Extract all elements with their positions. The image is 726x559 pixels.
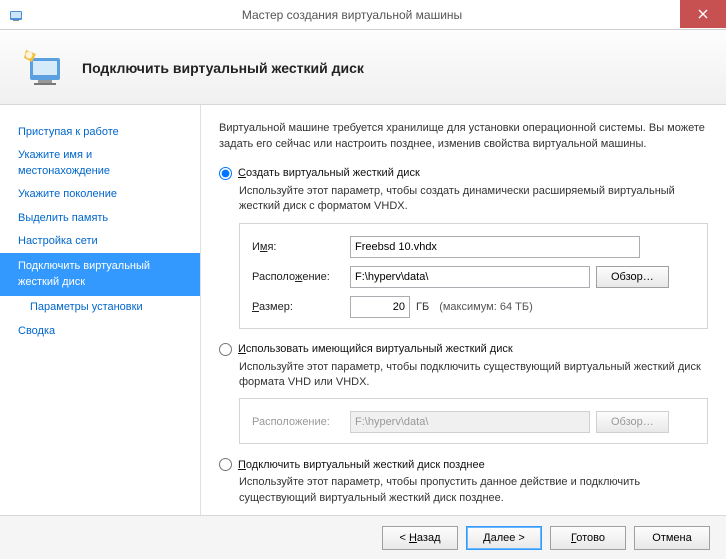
wizard-header: Подключить виртуальный жесткий диск	[0, 30, 726, 105]
create-fields: Имя: Расположение: Обзор… Размер: ГБ (ма…	[239, 223, 708, 329]
sidebar-item-virtual-disk[interactable]: Подключить виртуальный жесткий диск	[0, 253, 200, 296]
browse-button[interactable]: Обзор…	[596, 266, 669, 288]
sidebar-item-install-options[interactable]: Параметры установки	[0, 296, 200, 319]
existing-location-label: Расположение:	[252, 416, 344, 428]
size-hint: (максимум: 64 ТБ)	[439, 301, 533, 313]
existing-fields: Расположение: Обзор…	[239, 398, 708, 444]
location-label: Расположение:	[252, 271, 344, 283]
sidebar-item-network[interactable]: Настройка сети	[0, 230, 200, 253]
radio-existing-label[interactable]: Использовать имеющийся виртуальный жестк…	[219, 343, 708, 356]
wizard-footer: < Назад Далее > Готово Отмена	[0, 515, 726, 559]
radio-later[interactable]	[219, 458, 232, 471]
radio-create[interactable]	[219, 167, 232, 180]
content-area: Виртуальной машине требуется хранилище д…	[200, 105, 726, 515]
wizard-icon	[20, 44, 68, 92]
opt2-label-tail: спользовать имеющийся виртуальный жестки…	[246, 343, 513, 355]
sidebar-item-start[interactable]: Приступая к работе	[0, 121, 200, 144]
intro-text: Виртуальной машине требуется хранилище д…	[219, 121, 708, 153]
opt1-label-tail: оздать виртуальный жесткий диск	[246, 167, 420, 179]
radio-existing[interactable]	[219, 343, 232, 356]
option-attach-later: Подключить виртуальный жесткий диск позд…	[219, 458, 708, 506]
sidebar-item-name-location[interactable]: Укажите имя и местонахождение	[0, 144, 200, 183]
name-label: Имя:	[252, 241, 344, 253]
name-input[interactable]	[350, 236, 640, 258]
size-input[interactable]	[350, 296, 410, 318]
option-use-existing: Использовать имеющийся виртуальный жестк…	[219, 343, 708, 445]
app-icon	[8, 7, 24, 23]
opt3-label-tail: одключить виртуальный жесткий диск поздн…	[246, 459, 485, 471]
sidebar-nav: Приступая к работе Укажите имя и местона…	[0, 105, 200, 515]
size-unit: ГБ	[416, 301, 429, 313]
window-title: Мастер создания виртуальной машины	[24, 8, 680, 22]
sidebar-item-memory[interactable]: Выделить память	[0, 207, 200, 230]
existing-location-input	[350, 411, 590, 433]
opt1-desc: Используйте этот параметр, чтобы создать…	[239, 184, 708, 215]
sidebar-item-generation[interactable]: Укажите поколение	[0, 183, 200, 206]
page-title: Подключить виртуальный жесткий диск	[82, 60, 364, 76]
finish-button[interactable]: Готово	[550, 526, 626, 550]
titlebar: Мастер создания виртуальной машины	[0, 0, 726, 30]
opt2-desc: Используйте этот параметр, чтобы подключ…	[239, 360, 708, 391]
sidebar-item-summary[interactable]: Сводка	[0, 320, 200, 343]
next-button[interactable]: Далее >	[466, 526, 542, 550]
option-create-disk: Создать виртуальный жесткий диск Использ…	[219, 167, 708, 329]
location-input[interactable]	[350, 266, 590, 288]
close-button[interactable]	[680, 0, 726, 28]
cancel-button[interactable]: Отмена	[634, 526, 710, 550]
size-label: Размер:	[252, 301, 344, 313]
radio-later-label[interactable]: Подключить виртуальный жесткий диск позд…	[219, 458, 708, 471]
back-button[interactable]: < Назад	[382, 526, 458, 550]
radio-create-label[interactable]: Создать виртуальный жесткий диск	[219, 167, 708, 180]
opt3-desc: Используйте этот параметр, чтобы пропуст…	[239, 475, 708, 506]
existing-browse-button: Обзор…	[596, 411, 669, 433]
